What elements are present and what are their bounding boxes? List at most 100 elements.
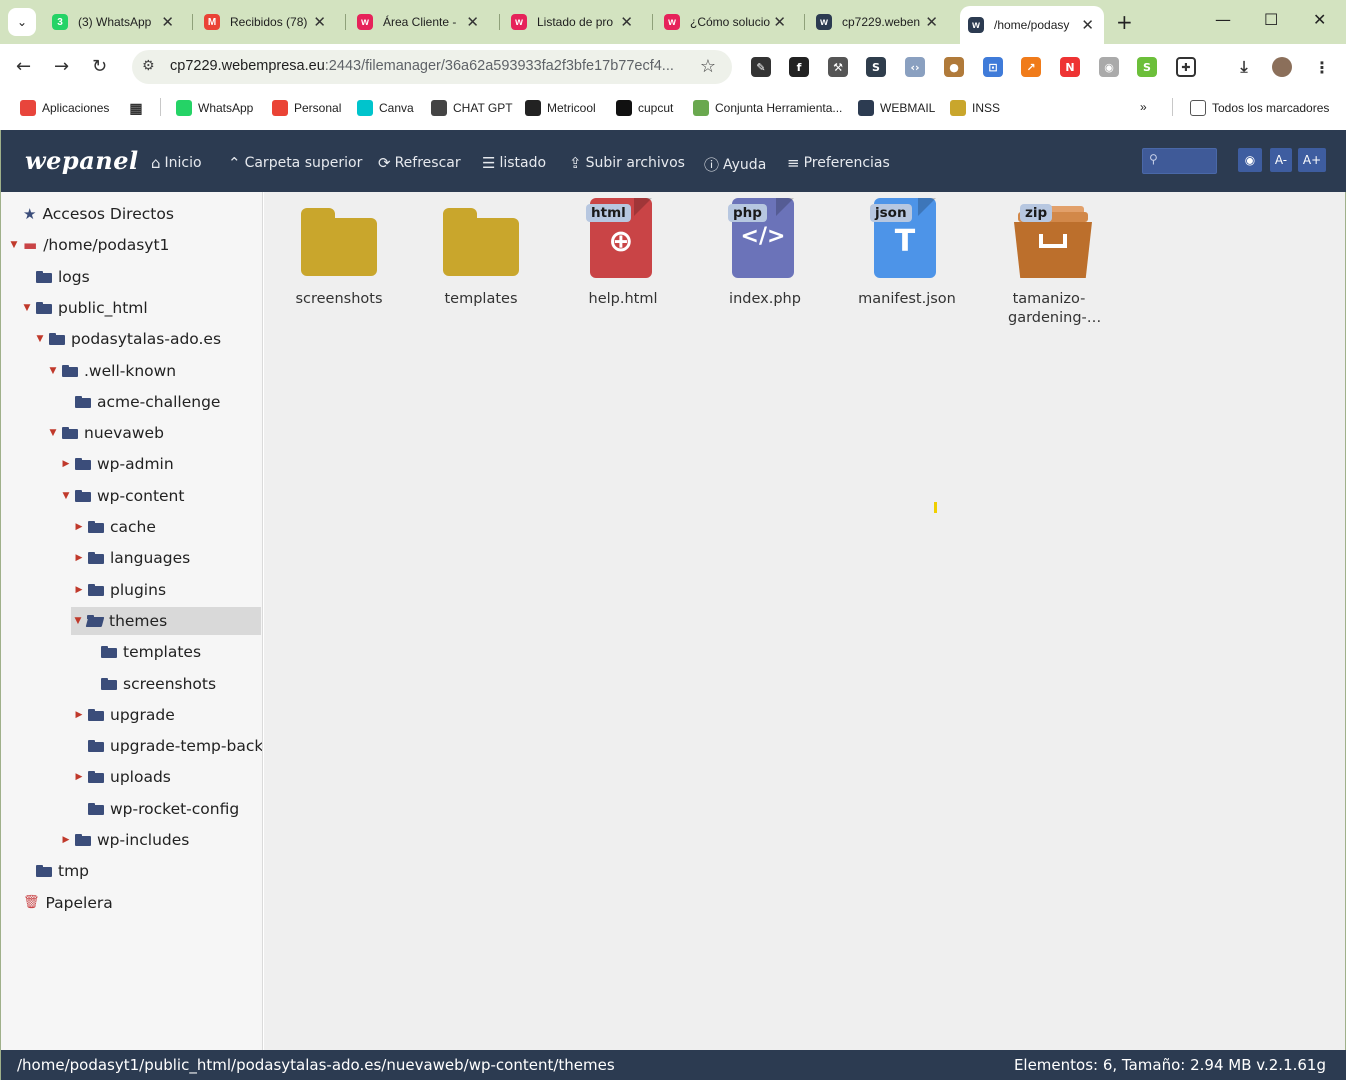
tab-groups-icon[interactable]: ▦ xyxy=(128,100,150,116)
bookmark-7[interactable]: Conjunta Herramienta... xyxy=(693,100,842,116)
caret-down-icon[interactable]: ▼ xyxy=(48,428,58,438)
tree-item--well-known[interactable]: ▼ .well-known xyxy=(1,357,177,385)
chart-extension-icon[interactable]: ↗ xyxy=(1021,57,1041,77)
tree-item-nuevaweb[interactable]: ▼ nuevaweb xyxy=(1,419,164,447)
tree-item-tmp[interactable]: tmp xyxy=(1,857,89,885)
tree-item-wp-rocket-config[interactable]: wp-rocket-config xyxy=(1,795,239,823)
tree-item-uploads[interactable]: ▶ uploads xyxy=(1,763,171,791)
puzzle-extensions-icon[interactable]: ✚ xyxy=(1176,57,1196,77)
tree-item-templates[interactable]: templates xyxy=(1,638,201,666)
tree-item-acme-challenge[interactable]: acme-challenge xyxy=(1,388,220,416)
tab-search-button[interactable]: ⌄ xyxy=(8,8,36,36)
minimize-icon[interactable]: — xyxy=(1215,10,1231,29)
file-item-3[interactable]: </> php index.php xyxy=(694,198,836,328)
close-tab-icon[interactable]: ✕ xyxy=(773,13,786,31)
toolbar-inicio-button[interactable]: ⌂ Inicio xyxy=(151,154,202,172)
caret-right-icon[interactable]: ▶ xyxy=(74,522,84,532)
tab-4[interactable]: w ¿Cómo solucio ✕ xyxy=(656,8,796,36)
bookmark-star-icon[interactable]: ☆ xyxy=(700,56,716,77)
bookmark-4[interactable]: CHAT GPT xyxy=(431,100,513,116)
tree-item-papelera[interactable]: 🗑 Papelera xyxy=(1,889,113,917)
eyedropper-extension-icon[interactable]: ✎ xyxy=(751,57,771,77)
caret-right-icon[interactable]: ▶ xyxy=(74,710,84,720)
tree-item-languages[interactable]: ▶ languages xyxy=(1,544,191,572)
tree-item-wp-admin[interactable]: ▶ wp-admin xyxy=(1,450,174,478)
download-icon[interactable]: ⤓ xyxy=(1234,57,1254,77)
tab-0[interactable]: 3 (3) WhatsApp ✕ xyxy=(44,8,184,36)
close-tab-icon[interactable]: ✕ xyxy=(1081,16,1094,34)
tree-item-cache[interactable]: ▶ cache xyxy=(1,513,156,541)
close-tab-icon[interactable]: ✕ xyxy=(313,13,326,31)
caret-down-icon[interactable]: ▼ xyxy=(22,303,32,313)
file-item-5[interactable]: zip tamanizo-gardening-… xyxy=(978,198,1120,328)
camera-extension-icon[interactable]: ◉ xyxy=(1099,57,1119,77)
caret-right-icon[interactable]: ▶ xyxy=(74,553,84,563)
caret-down-icon[interactable]: ▼ xyxy=(35,334,45,344)
back-icon[interactable]: ← xyxy=(16,56,31,77)
toolbar-subir-archivos-button[interactable]: ⇪ Subir archivos xyxy=(569,154,685,172)
menu-kebab-icon[interactable]: ⋮ xyxy=(1312,57,1332,77)
bookmark-8[interactable]: WEBMAIL xyxy=(858,100,935,116)
tree-item-wp-includes[interactable]: ▶ wp-includes xyxy=(1,826,190,854)
profile-avatar[interactable] xyxy=(1272,57,1292,77)
caret-right-icon[interactable]: ▶ xyxy=(61,835,71,845)
bookmark-5[interactable]: Metricool xyxy=(525,100,596,116)
tree-item-plugins[interactable]: ▶ plugins xyxy=(1,576,166,604)
forward-icon[interactable]: → xyxy=(54,56,69,77)
caret-down-icon[interactable]: ▼ xyxy=(48,366,58,376)
caret-down-icon[interactable]: ▼ xyxy=(73,616,83,626)
new-tab-button[interactable]: + xyxy=(1116,10,1133,34)
tab-3[interactable]: w Listado de pro ✕ xyxy=(503,8,643,36)
close-tab-icon[interactable]: ✕ xyxy=(161,13,174,31)
file-item-1[interactable]: templates xyxy=(410,198,552,328)
tree-item-logs[interactable]: logs xyxy=(1,263,90,291)
tree-item-podasytalas-ado-es[interactable]: ▼ podasytalas-ado.es xyxy=(1,325,222,353)
tree-item-accesos-directos[interactable]: ★ Accesos Directos xyxy=(1,200,174,228)
tree-item-upgrade[interactable]: ▶ upgrade xyxy=(1,701,175,729)
omnibox[interactable]: ⚙ cp7229.webempresa.eu:2443/filemanager/… xyxy=(132,50,732,84)
close-tab-icon[interactable]: ✕ xyxy=(620,13,633,31)
file-item-2[interactable]: ⊕ html help.html xyxy=(552,198,694,328)
tree-item-public-html[interactable]: ▼ public_html xyxy=(1,294,148,322)
translate-extension-icon[interactable]: ⊡ xyxy=(983,57,1003,77)
toolbar-refrescar-button[interactable]: ⟳ Refrescar xyxy=(378,154,461,172)
bookmark-2[interactable]: Personal xyxy=(272,100,341,116)
cookie-extension-icon[interactable]: ● xyxy=(944,57,964,77)
tree-item-wp-content[interactable]: ▼ wp-content xyxy=(1,482,185,510)
tab-5[interactable]: w cp7229.weben ✕ xyxy=(808,8,948,36)
toolbar-preferencias-button[interactable]: ≡ Preferencias xyxy=(787,154,890,172)
bookmark-0[interactable]: Aplicaciones xyxy=(20,100,109,116)
toolbar-listado-button[interactable]: ☰ listado xyxy=(482,154,546,172)
wepanel-logo[interactable]: wepanel xyxy=(25,146,139,175)
font-smaller-button[interactable]: A- xyxy=(1270,148,1292,172)
bookmark-6[interactable]: cupcut xyxy=(616,100,673,116)
caret-down-icon[interactable]: ▼ xyxy=(61,491,71,501)
bookmark-1[interactable]: WhatsApp xyxy=(176,100,253,116)
more-bookmarks-icon[interactable]: » xyxy=(1140,100,1147,114)
bookmark-9[interactable]: INSS xyxy=(950,100,1000,116)
caret-right-icon[interactable]: ▶ xyxy=(74,772,84,782)
code-extension-icon[interactable]: ‹› xyxy=(905,57,925,77)
close-tab-icon[interactable]: ✕ xyxy=(466,13,479,31)
tree-item-themes[interactable]: ▼ themes xyxy=(71,606,261,635)
reload-icon[interactable]: ↻ xyxy=(92,56,107,77)
caret-right-icon[interactable]: ▶ xyxy=(74,585,84,595)
tree-item-upgrade-temp-backu[interactable]: upgrade-temp-backu xyxy=(1,732,262,760)
all-bookmarks-folder[interactable]: Todos los marcadores xyxy=(1190,100,1329,116)
font-extension-icon[interactable]: f xyxy=(789,57,809,77)
tab-1[interactable]: M Recibidos (78) ✕ xyxy=(196,8,336,36)
new-extension-icon[interactable]: N xyxy=(1060,57,1080,77)
caret-down-icon[interactable]: ▼ xyxy=(9,240,19,250)
close-tab-icon[interactable]: ✕ xyxy=(925,13,938,31)
toolbar-carpeta-superior-button[interactable]: ⌃ Carpeta superior xyxy=(228,154,362,172)
tree-item--home-podasyt1[interactable]: ▼ ▬ /home/podasyt1 xyxy=(1,231,170,259)
url-text[interactable]: cp7229.webempresa.eu:2443/filemanager/36… xyxy=(170,58,674,74)
file-item-4[interactable]: Tjson manifest.json xyxy=(836,198,978,328)
file-item-0[interactable]: screenshots xyxy=(268,198,410,328)
toolbar-ayuda-button[interactable]: ⓘ Ayuda xyxy=(704,154,766,175)
eye-icon[interactable]: ◉ xyxy=(1238,148,1262,172)
tab-2[interactable]: w Área Cliente - ✕ xyxy=(349,8,489,36)
site-info-icon[interactable]: ⚙ xyxy=(142,58,155,74)
tab-6[interactable]: w/home/podasy ✕ xyxy=(960,6,1104,44)
caret-right-icon[interactable]: ▶ xyxy=(61,459,71,469)
